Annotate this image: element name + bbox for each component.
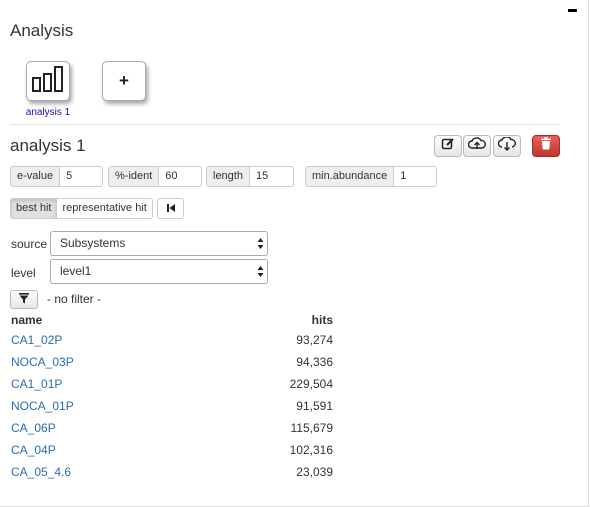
trash-icon <box>540 137 552 155</box>
row-hits: 91,591 <box>296 399 333 413</box>
param-label: %-ident <box>108 166 160 187</box>
representative-hit-option[interactable]: representative hit <box>57 198 153 219</box>
upload-icon <box>467 136 486 156</box>
source-select[interactable]: Subsystems <box>50 231 268 256</box>
ident-input[interactable]: 60 <box>159 166 203 187</box>
edit-button[interactable] <box>434 135 462 157</box>
param-length: length 15 <box>206 166 294 187</box>
row-name-link[interactable]: CA_04P <box>11 443 56 457</box>
analysis-panel: Analysis analysis 1 + analysis 1 e-value… <box>0 0 589 507</box>
filter-button[interactable] <box>10 290 38 309</box>
row-name-link[interactable]: NOCA_03P <box>11 355 74 369</box>
length-input[interactable]: 15 <box>249 166 294 187</box>
add-analysis-button[interactable]: + <box>102 61 146 101</box>
panel-title: Analysis <box>10 21 74 40</box>
table-header: name hits <box>11 313 333 329</box>
table-row: NOCA_01P 91,591 <box>11 395 333 417</box>
minimize-button[interactable] <box>568 5 578 15</box>
column-header-hits[interactable]: hits <box>312 313 333 329</box>
table-row: CA_04P 102,316 <box>11 439 333 461</box>
evalue-input[interactable]: 5 <box>60 166 104 187</box>
select-arrow-icon <box>257 264 264 279</box>
add-icon: + <box>119 71 129 90</box>
bar-chart-icon <box>31 65 65 98</box>
skip-back-icon <box>166 200 176 218</box>
param-label: e-value <box>10 166 61 187</box>
hit-mode-toggle: best hit representative hit <box>10 198 153 219</box>
download-icon <box>497 135 516 156</box>
download-button[interactable] <box>493 135 521 157</box>
level-label: level <box>11 266 36 280</box>
row-hits: 23,039 <box>296 465 333 479</box>
param-min-abundance: min.abundance 1 <box>305 166 438 187</box>
row-hits: 93,274 <box>296 333 333 347</box>
source-value: Subsystems <box>60 236 126 250</box>
select-arrow-icon <box>257 236 264 251</box>
table-row: CA_06P 115,679 <box>11 417 333 439</box>
param-ident: %-ident 60 <box>108 166 203 187</box>
param-label: min.abundance <box>305 166 395 187</box>
upload-button[interactable] <box>463 135 491 157</box>
row-name-link[interactable]: CA_06P <box>11 421 56 435</box>
first-page-button[interactable] <box>157 198 184 219</box>
filter-icon <box>19 291 29 309</box>
results-table: name hits CA1_02P 93,274 NOCA_03P 94,336… <box>11 313 333 483</box>
analysis-name: analysis 1 <box>10 136 86 155</box>
column-header-name[interactable]: name <box>11 313 42 329</box>
row-hits: 229,504 <box>289 377 333 391</box>
divider <box>10 124 560 125</box>
row-name-link[interactable]: CA_05_4.6 <box>11 465 71 479</box>
row-name-link[interactable]: NOCA_01P <box>11 399 74 413</box>
param-evalue: e-value 5 <box>10 166 104 187</box>
table-row: CA1_02P 93,274 <box>11 329 333 351</box>
best-hit-option[interactable]: best hit <box>10 198 58 219</box>
min-abundance-input[interactable]: 1 <box>394 166 438 187</box>
table-row: CA_05_4.6 23,039 <box>11 461 333 483</box>
row-name-link[interactable]: CA1_01P <box>11 377 62 391</box>
row-hits: 94,336 <box>296 355 333 369</box>
row-hits: 102,316 <box>289 443 333 457</box>
level-select[interactable]: level1 <box>50 259 268 284</box>
param-label: length <box>206 166 250 187</box>
analysis-1-tile-label[interactable]: analysis 1 <box>12 107 84 118</box>
level-value: level1 <box>60 264 92 278</box>
analysis-1-tile[interactable] <box>26 61 70 101</box>
table-row: NOCA_03P 94,336 <box>11 351 333 373</box>
source-label: source <box>11 237 48 251</box>
filter-status: - no filter - <box>47 292 102 306</box>
table-row: CA1_01P 229,504 <box>11 373 333 395</box>
delete-button[interactable] <box>532 135 560 157</box>
edit-icon <box>441 137 455 156</box>
row-hits: 115,679 <box>290 421 334 435</box>
row-name-link[interactable]: CA1_02P <box>11 333 62 347</box>
